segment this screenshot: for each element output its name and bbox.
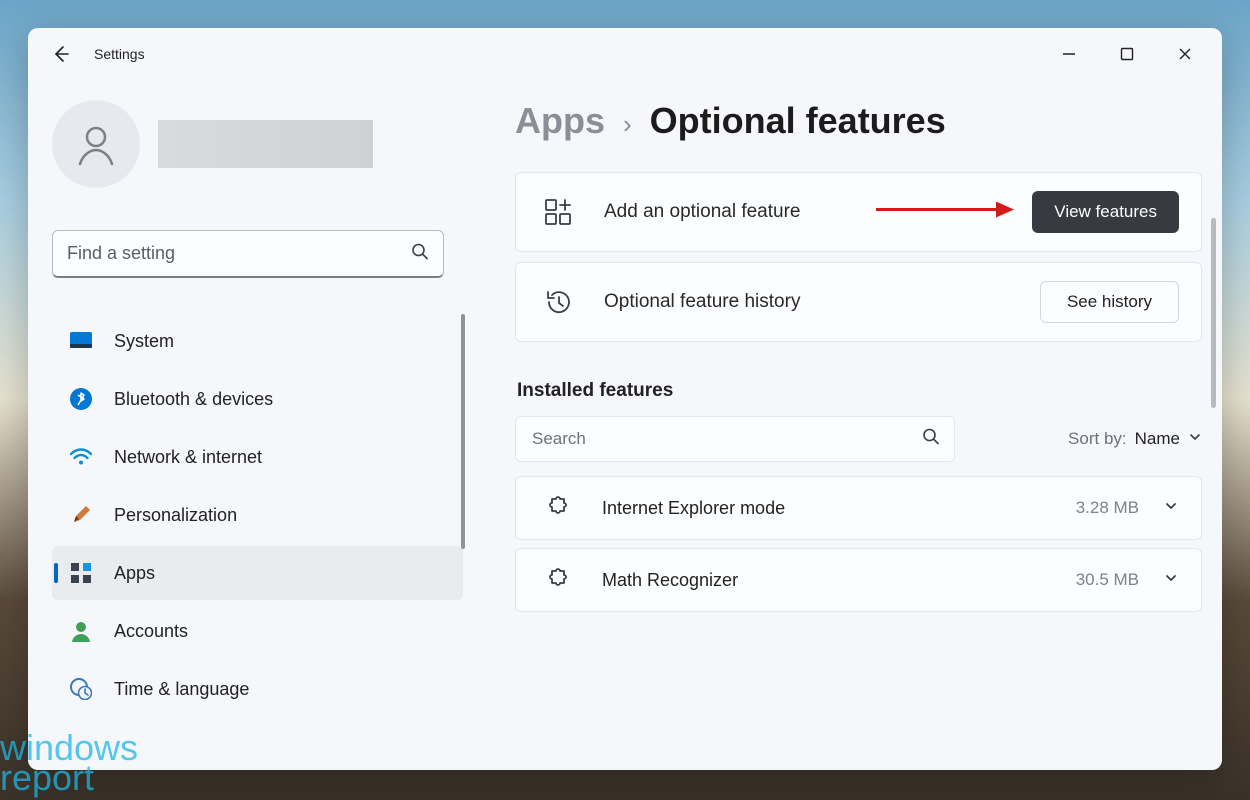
card-title: Optional feature history (604, 291, 800, 313)
apps-icon (70, 562, 92, 584)
bluetooth-icon (70, 388, 92, 410)
see-history-button[interactable]: See history (1040, 281, 1179, 323)
titlebar: Settings (28, 28, 1222, 80)
settings-window: Settings (28, 28, 1222, 770)
feature-name: Internet Explorer mode (602, 498, 785, 519)
chevron-down-icon (1163, 570, 1179, 591)
sidebar-item-personalization[interactable]: Personalization (52, 488, 463, 542)
search-icon (411, 242, 429, 265)
app-title: Settings (94, 46, 145, 62)
puzzle-icon (544, 495, 580, 521)
chevron-right-icon: › (623, 109, 632, 140)
sidebar-item-label: System (114, 331, 174, 352)
sidebar: System Bluetooth & devices (28, 80, 483, 770)
sort-label: Sort by: (1068, 429, 1127, 449)
back-button[interactable] (50, 43, 72, 65)
sidebar-item-bluetooth[interactable]: Bluetooth & devices (52, 372, 463, 426)
card-title: Add an optional feature (604, 201, 801, 223)
view-features-button[interactable]: View features (1032, 191, 1179, 233)
window-controls (1040, 33, 1214, 75)
breadcrumb: Apps › Optional features (515, 100, 1202, 142)
profile-section (52, 100, 463, 188)
minimize-button[interactable] (1040, 33, 1098, 75)
feature-size: 30.5 MB (1076, 570, 1139, 590)
close-button[interactable] (1156, 33, 1214, 75)
feature-row[interactable]: Internet Explorer mode 3.28 MB (515, 476, 1202, 540)
sidebar-item-label: Personalization (114, 505, 237, 526)
optional-feature-history-card: Optional feature history See history (515, 262, 1202, 342)
installed-filter-row: Sort by: Name (515, 416, 1202, 462)
sidebar-item-label: Network & internet (114, 447, 262, 468)
breadcrumb-current: Optional features (650, 100, 946, 142)
profile-name-redacted (158, 120, 373, 168)
display-icon (70, 330, 92, 352)
nav-list: System Bluetooth & devices (52, 314, 463, 716)
add-optional-feature-card: Add an optional feature View features (515, 172, 1202, 252)
maximize-button[interactable] (1098, 33, 1156, 75)
annotation-arrow (876, 199, 1016, 226)
history-icon (544, 288, 582, 316)
chevron-down-icon (1188, 429, 1202, 449)
chevron-down-icon (1163, 498, 1179, 519)
sidebar-item-accounts[interactable]: Accounts (52, 604, 463, 658)
sidebar-item-system[interactable]: System (52, 314, 463, 368)
sidebar-item-time-language[interactable]: Time & language (52, 662, 463, 716)
settings-search-input[interactable] (67, 243, 399, 264)
feature-name: Math Recognizer (602, 570, 738, 591)
clock-globe-icon (70, 678, 92, 700)
watermark: windows report (0, 733, 138, 794)
wifi-icon (70, 446, 92, 468)
installed-search[interactable] (515, 416, 955, 462)
installed-search-input[interactable] (532, 429, 910, 449)
breadcrumb-parent[interactable]: Apps (515, 100, 605, 142)
sidebar-scrollbar[interactable] (461, 314, 465, 549)
sort-value: Name (1135, 429, 1180, 449)
add-grid-icon (544, 198, 582, 226)
sidebar-item-label: Apps (114, 563, 155, 584)
main-panel: Apps › Optional features Add an optional… (483, 80, 1222, 770)
settings-search[interactable] (52, 230, 444, 278)
paintbrush-icon (70, 504, 92, 526)
feature-row[interactable]: Math Recognizer 30.5 MB (515, 548, 1202, 612)
main-scrollbar[interactable] (1211, 218, 1216, 408)
puzzle-icon (544, 567, 580, 593)
sidebar-item-label: Bluetooth & devices (114, 389, 273, 410)
search-icon (922, 428, 940, 451)
feature-size: 3.28 MB (1076, 498, 1139, 518)
sort-by-dropdown[interactable]: Sort by: Name (1068, 429, 1202, 449)
sidebar-item-network[interactable]: Network & internet (52, 430, 463, 484)
installed-features-heading: Installed features (517, 380, 1202, 402)
sidebar-item-label: Time & language (114, 679, 249, 700)
avatar[interactable] (52, 100, 140, 188)
sidebar-item-apps[interactable]: Apps (52, 546, 463, 600)
accounts-icon (70, 620, 92, 642)
sidebar-item-label: Accounts (114, 621, 188, 642)
